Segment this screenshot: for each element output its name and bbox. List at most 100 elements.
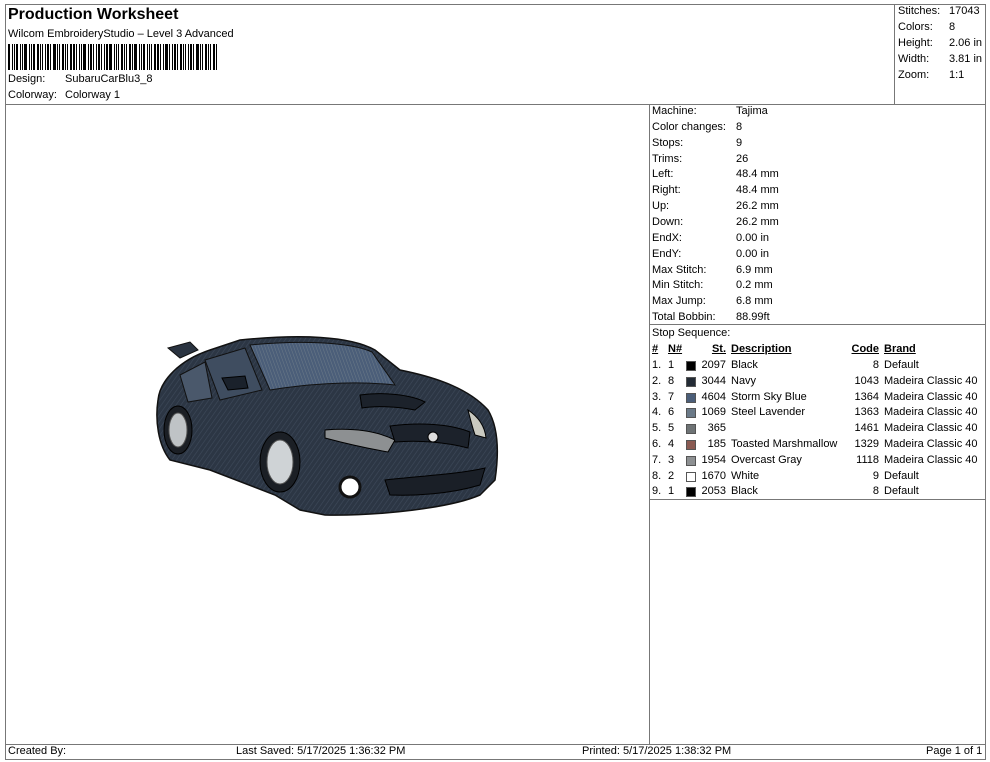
table-header: # N# St. Description Code Brand [652, 343, 984, 358]
row-num: 7. [652, 453, 662, 466]
row-num: 2. [652, 374, 662, 387]
row-stitches: 185 [707, 438, 726, 450]
row-stitches: 4604 [701, 390, 726, 403]
col-description: Description [731, 343, 792, 355]
created-by: Created By: [8, 745, 67, 757]
row-stitches: 1670 [701, 469, 726, 482]
page-title: Production Worksheet [8, 6, 179, 23]
row-code: 1363 [854, 406, 879, 419]
row-brand: Default [884, 359, 919, 371]
table-row: 4. 6 1069 Steel Lavender 1363 Madeira Classic… [652, 406, 984, 421]
row-code: 8 [872, 485, 879, 498]
row-needle: 7 [668, 390, 675, 403]
summary-block: Stitches: 17043 Colors: 8 Height: 2.06 i… [898, 5, 986, 95]
color-swatch [686, 392, 696, 403]
design-label: Design: [8, 73, 46, 85]
row-description: Black [731, 359, 758, 371]
row-stitches: 3044 [701, 374, 726, 387]
colorway-label: Colorway: [8, 89, 57, 101]
row-needle: 5 [668, 422, 675, 435]
color-swatch [686, 408, 696, 419]
color-swatch [686, 471, 696, 482]
height-value: 2.06 in [949, 37, 983, 49]
row-code: 1364 [854, 390, 879, 403]
width-label: Width: [898, 53, 930, 65]
row-brand: Madeira Classic 40 [884, 374, 978, 387]
col-needle: N# [668, 343, 683, 355]
footer: Created By: Last Saved: 5/17/2025 1:36:3… [8, 745, 984, 759]
color-swatch [686, 361, 696, 371]
barcode [8, 44, 218, 70]
height-label: Height: [898, 37, 933, 49]
table-row: 5. 5 365 1461 Madeira Classic 40 [652, 422, 984, 437]
row-needle: 1 [668, 485, 675, 498]
row-description: Toasted Marshmallow [731, 438, 838, 450]
row-needle: 3 [668, 453, 675, 466]
row-stitches: 2053 [701, 485, 726, 498]
row-brand: Default [884, 469, 919, 482]
row-num: 3. [652, 390, 662, 403]
col-brand: Brand [884, 343, 916, 355]
row-num: 1. [652, 359, 662, 371]
row-brand: Madeira Classic 40 [884, 422, 978, 435]
color-swatch [686, 440, 696, 450]
row-brand: Madeira Classic 40 [884, 438, 978, 450]
stitches-label: Stitches: [898, 5, 941, 17]
color-swatch [686, 376, 696, 387]
zoom-value: 1:1 [949, 69, 965, 81]
row-code: 1461 [854, 422, 879, 435]
row-brand: Madeira Classic 40 [884, 406, 978, 419]
row-needle: 4 [668, 438, 675, 450]
row-code: 1329 [854, 438, 879, 450]
row-description: White [731, 469, 760, 482]
row-needle: 8 [668, 374, 675, 387]
color-swatch [686, 455, 696, 466]
row-code: 8 [872, 359, 879, 371]
row-stitches: 1069 [701, 406, 726, 419]
colorway-value: Colorway 1 [65, 89, 121, 101]
table-row: 2. 8 3044 Navy 1043 Madeira Classic 40 [652, 375, 984, 390]
row-code: 9 [872, 469, 879, 482]
row-num: 4. [652, 406, 662, 419]
stop-sequence-label: Stop Sequence: [652, 327, 731, 339]
zoom-label: Zoom: [898, 69, 930, 81]
stitches-value: 17043 [949, 5, 980, 17]
col-stitches: St. [711, 343, 726, 355]
row-description: Navy [731, 374, 757, 387]
row-num: 9. [652, 485, 662, 498]
color-swatch [686, 424, 696, 435]
row-num: 8. [652, 469, 662, 482]
software-name: Wilcom EmbroideryStudio – Level 3 Advanc… [8, 28, 234, 40]
row-num: 6. [652, 438, 662, 450]
row-stitches: 2097 [701, 359, 726, 371]
page-number: Page 1 of 1 [926, 745, 983, 757]
col-num: # [652, 343, 659, 355]
design-preview-image [156, 336, 499, 516]
row-needle: 6 [668, 406, 675, 419]
row-code: 1043 [854, 374, 879, 387]
table-row: 9. 1 2053 Black 8 Default [652, 485, 984, 500]
row-description: Black [731, 485, 758, 498]
row-code: 1118 [856, 453, 879, 466]
row-num: 5. [652, 422, 662, 435]
info-divider-1 [649, 324, 986, 325]
design-value: SubaruCarBlu3_8 [65, 73, 153, 85]
table-row: 8. 2 1670 White 9 Default [652, 470, 984, 485]
table-row: 6. 4 185 Toasted Marshmallow 1329 Madeira Cla… [652, 438, 984, 453]
colors-value: 8 [949, 21, 956, 33]
table-row: 3. 7 4604 Storm Sky Blue 1364 Madeira Classic… [652, 391, 984, 406]
row-description: Steel Lavender [731, 406, 805, 419]
table-row: 7. 3 1954 Overcast Gray 1118 Madeira Classic … [652, 454, 984, 469]
color-swatch [686, 487, 696, 498]
row-needle: 1 [668, 359, 675, 371]
printed-date: Printed: 5/17/2025 1:38:32 PM [582, 745, 732, 757]
table-row: 1. 1 2097 Black 8 Default [652, 359, 984, 374]
last-saved: Last Saved: 5/17/2025 1:36:32 PM [236, 745, 406, 757]
row-brand: Madeira Classic 40 [884, 390, 978, 403]
row-description: Storm Sky Blue [731, 390, 807, 403]
colors-label: Colors: [898, 21, 933, 33]
stop-sequence-table: # N# St. Description Code Brand 1. 1 2097 B… [652, 343, 984, 499]
col-code: Code [851, 343, 880, 355]
row-brand: Madeira Classic 40 [884, 453, 978, 466]
row-needle: 2 [668, 469, 675, 482]
